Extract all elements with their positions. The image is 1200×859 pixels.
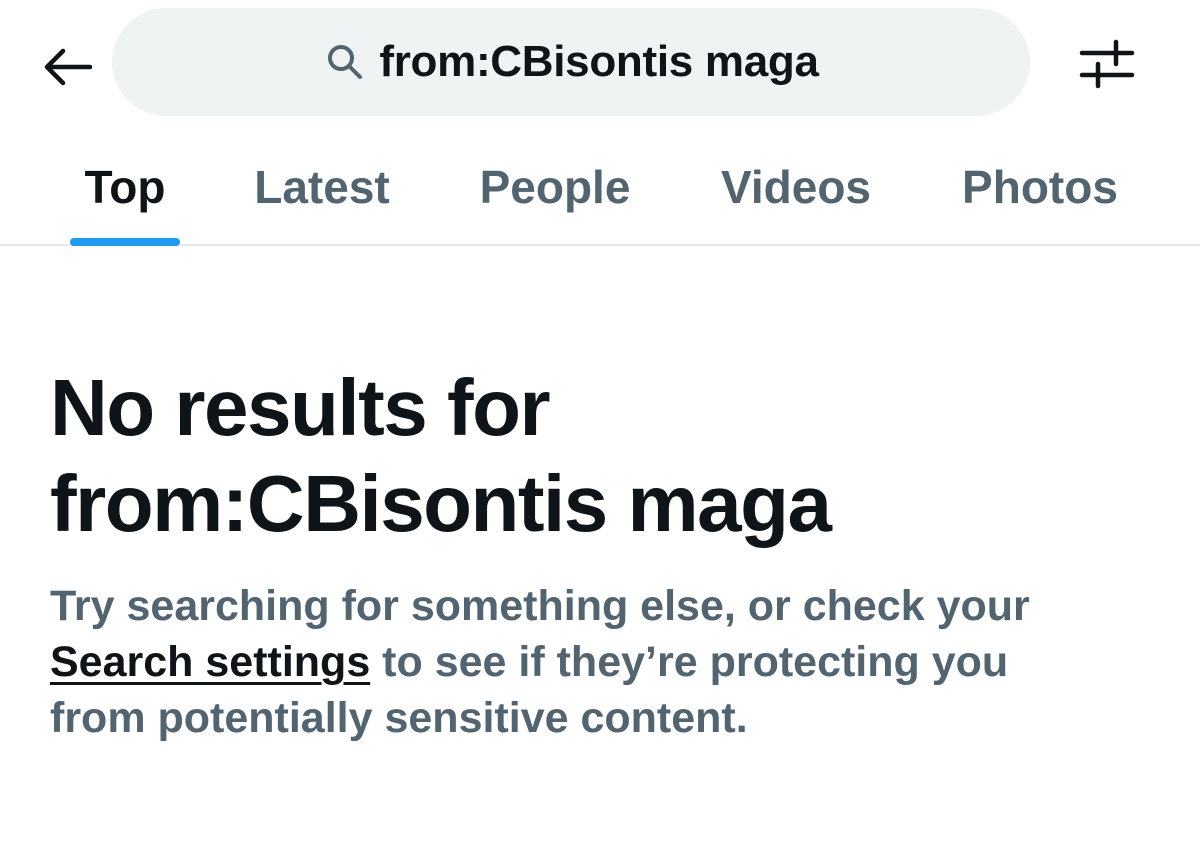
active-tab-indicator: [70, 238, 180, 246]
search-tabs: Top Latest People Videos Photos: [0, 130, 1200, 246]
search-settings-link[interactable]: Search settings: [50, 638, 370, 686]
empty-state-message-line1: Try searching for something else, or che…: [50, 582, 1030, 630]
top-bar: from:CBisontis maga: [0, 0, 1200, 130]
tab-photos[interactable]: Photos: [940, 130, 1140, 244]
empty-state-message-line2-text: to see if they’re protecting you: [370, 638, 1009, 686]
search-input[interactable]: from:CBisontis maga: [112, 8, 1030, 116]
sliders-icon: [1079, 39, 1135, 89]
empty-state-message-line2: Search settings to see if they’re protec…: [50, 634, 1170, 690]
empty-state-title-line2: from:CBisontis maga: [50, 459, 832, 548]
tab-label: Top: [84, 161, 166, 213]
tab-label: Videos: [721, 161, 871, 213]
search-query[interactable]: from:CBisontis maga: [379, 37, 819, 87]
empty-state-message: Try searching for something else, or che…: [50, 578, 1170, 746]
back-button[interactable]: [38, 38, 96, 96]
tab-label: Latest: [254, 161, 390, 213]
empty-state-message-line3: from potentially sensitive content.: [50, 694, 748, 742]
search-filter-button[interactable]: [1074, 34, 1140, 94]
tab-label: People: [479, 161, 631, 213]
tab-top[interactable]: Top: [70, 130, 180, 244]
arrow-left-icon: [44, 48, 92, 86]
search-icon: [323, 40, 367, 84]
empty-state-title: No results for from:CBisontis maga: [50, 360, 1170, 552]
tab-videos[interactable]: Videos: [700, 130, 892, 244]
tab-label: Photos: [962, 161, 1118, 213]
tab-people[interactable]: People: [460, 130, 650, 244]
empty-state-title-line1: No results for: [50, 363, 551, 452]
tab-latest[interactable]: Latest: [232, 130, 412, 244]
